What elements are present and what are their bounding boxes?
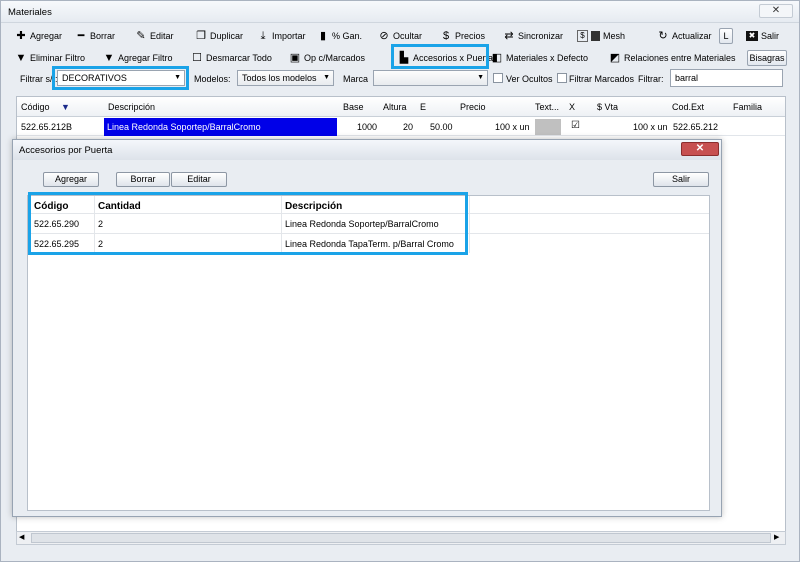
cell-descripcion-selected[interactable]: Linea Redonda Soportep/BarralCromo [104, 118, 337, 136]
dialog-exit-button[interactable]: Salir [653, 172, 709, 187]
grid-header: Código ▼ Descripción Base Altura E Preci… [17, 97, 785, 117]
accessories-dialog: Accesorios por Puerta ✕ Agregar Borrar E… [12, 139, 722, 517]
default-materials-button[interactable]: ◧ Materiales x Defecto [491, 49, 588, 67]
col-textura[interactable]: Text... [535, 102, 559, 112]
cell-e: 50.00 [430, 122, 453, 132]
sort-desc-icon: ▼ [61, 102, 70, 112]
sync-button[interactable]: ⇄ Sincronizar [503, 27, 563, 45]
brand-label: Marca [343, 74, 369, 84]
chevron-down-icon: ▼ [323, 74, 330, 81]
scroll-thumb[interactable] [31, 533, 771, 543]
filter-text-input[interactable]: barral [670, 69, 783, 87]
accessories-highlight [391, 44, 489, 69]
col-familia[interactable]: Familia [733, 102, 762, 112]
cell-base: 1000 [357, 122, 378, 132]
hinges-button[interactable]: Bisagras [747, 50, 787, 66]
add-filter-button[interactable]: ▼ Agregar Filtro [103, 49, 173, 67]
filter-add-icon: ▼ [103, 52, 115, 64]
window-close-button[interactable]: ✕ [759, 4, 793, 18]
col-altura[interactable]: Altura [383, 102, 407, 112]
show-hidden-checkbox[interactable] [493, 73, 503, 83]
brand-select[interactable]: ▼ [373, 70, 488, 86]
hide-button[interactable]: ⊘ Ocultar [378, 27, 422, 45]
col-base[interactable]: Base [343, 102, 364, 112]
prices-button[interactable]: $ Precios [440, 27, 485, 45]
col-codigo[interactable]: Código [21, 102, 50, 112]
relations-icon: ◩ [609, 52, 621, 64]
col-e[interactable]: E [420, 102, 426, 112]
import-icon: ⤓ [260, 30, 266, 42]
dialog-title: Accesorios por Puerta [19, 145, 113, 156]
sync-icon: ⇄ [504, 30, 514, 42]
dialog-add-button[interactable]: Agregar [43, 172, 99, 187]
accessories-rows-highlight [28, 192, 468, 255]
add-button[interactable]: ✚ Agregar [15, 27, 62, 45]
filter-marked-label: Filtrar Marcados [569, 74, 635, 84]
l-button[interactable]: L [719, 28, 733, 44]
marked-checkbox[interactable]: ☑ [571, 120, 580, 131]
hide-icon: ⊘ [379, 30, 389, 42]
dialog-title-bar: Accesorios por Puerta ✕ [13, 140, 721, 160]
percent-gain-button[interactable]: ▮% Gan. [317, 27, 362, 45]
refresh-icon: ↻ [658, 30, 668, 42]
mesh-button[interactable]: $ Mesh [577, 27, 625, 45]
filter-by-highlight [52, 66, 189, 90]
bar-chart-icon: ▮ [319, 30, 327, 42]
uncheck-all-button[interactable]: ☐ Desmarcar Todo [191, 49, 272, 67]
dialog-close-button[interactable]: ✕ [681, 142, 719, 156]
col-precio[interactable]: Precio [460, 102, 486, 112]
title-bar: Materiales ✕ [1, 1, 799, 23]
table-row[interactable]: 522.65.212B Linea Redonda Soportep/Barra… [17, 118, 785, 136]
column-divider [469, 196, 470, 253]
exit-button[interactable]: ✖ Salir [746, 27, 779, 45]
dialog-edit-button[interactable]: Editar [171, 172, 227, 187]
cell-codigo: 522.65.212B [21, 122, 73, 132]
materiales-window: Materiales ✕ ✚ Agregar ━ Borrar ✎ Editar ❐ D… [0, 0, 800, 562]
col-x[interactable]: X [569, 102, 575, 112]
cell-cod-ext: 522.65.212 [673, 122, 719, 132]
mesh-icon [591, 31, 600, 41]
edit-button[interactable]: ✎ Editar [135, 27, 173, 45]
remove-filter-button[interactable]: ▼ Eliminar Filtro [15, 49, 85, 67]
dollar-icon: $ [442, 30, 450, 42]
col-vta[interactable]: $ Vta [597, 102, 618, 112]
duplicate-icon: ❐ [196, 30, 206, 42]
plus-icon: ✚ [16, 30, 26, 42]
duplicate-button[interactable]: ❐ Duplicar [195, 27, 243, 45]
cell-vta: 100 x un [633, 122, 668, 132]
models-label: Modelos: [194, 74, 231, 84]
dialog-delete-button[interactable]: Borrar [116, 172, 170, 187]
materials-icon: ◧ [491, 52, 503, 64]
exit-icon: ✖ [746, 31, 758, 41]
models-select[interactable]: Todos los modelos ▼ [237, 70, 334, 86]
scroll-left-icon[interactable]: ◀ [19, 533, 29, 543]
show-hidden-label: Ver Ocultos [506, 74, 553, 84]
window-title: Materiales [8, 7, 52, 18]
col-descripcion[interactable]: Descripción [108, 102, 155, 112]
op-icon: ▣ [289, 52, 301, 64]
minus-icon: ━ [77, 30, 85, 42]
edit-icon: ✎ [136, 30, 146, 42]
refresh-button[interactable]: ↻ Actualizar [657, 27, 711, 45]
scroll-right-icon[interactable]: ▶ [774, 533, 784, 543]
filter-remove-icon: ▼ [15, 52, 27, 64]
col-cod-ext[interactable]: Cod.Ext [672, 102, 704, 112]
material-relations-button[interactable]: ◩ Relaciones entre Materiales [609, 49, 736, 67]
filter-marked-checkbox[interactable] [557, 73, 567, 83]
horizontal-scrollbar[interactable]: ◀ ▶ [16, 531, 786, 545]
filter-text-label: Filtrar: [638, 74, 664, 84]
chevron-down-icon: ▼ [477, 74, 484, 81]
import-button[interactable]: ⤓ Importar [257, 27, 306, 45]
delete-button[interactable]: ━ Borrar [75, 27, 115, 45]
cell-altura: 20 [403, 122, 414, 132]
uncheck-icon: ☐ [192, 52, 202, 64]
op-marked-button[interactable]: ▣ Op c/Marcados [289, 49, 365, 67]
texture-swatch [535, 119, 561, 135]
cell-precio: 100 x un [495, 122, 530, 132]
dollar-box-icon: $ [577, 30, 588, 42]
